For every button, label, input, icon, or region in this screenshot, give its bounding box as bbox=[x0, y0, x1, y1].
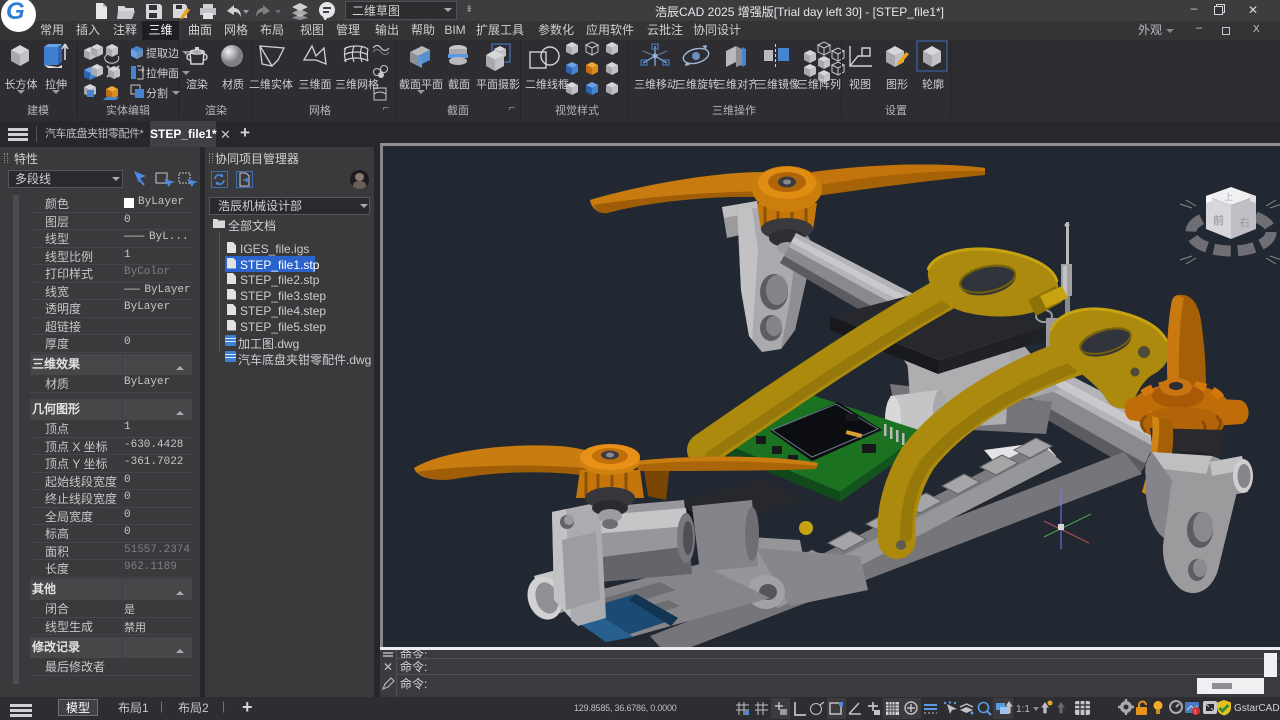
svg-text:1:1: 1:1 bbox=[1016, 704, 1030, 715]
svg-text:右: 右 bbox=[1239, 215, 1250, 229]
svg-text:前: 前 bbox=[1213, 213, 1224, 227]
svg-text:上: 上 bbox=[1224, 192, 1233, 202]
